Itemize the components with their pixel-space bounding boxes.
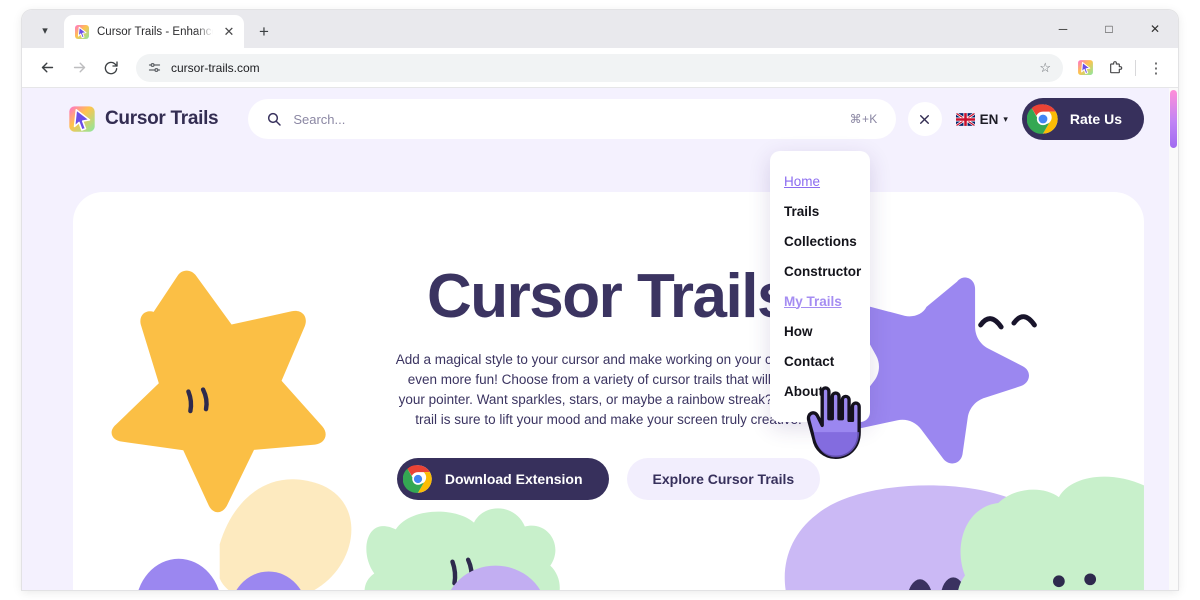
new-tab-button[interactable]: + [250, 17, 278, 45]
language-code: EN [979, 111, 999, 127]
toolbar-divider [1135, 59, 1136, 76]
window-controls: ─ □ ✕ [1040, 10, 1178, 48]
menu-item-how[interactable]: How [770, 316, 870, 346]
menu-item-my-trails[interactable]: My Trails [770, 286, 870, 316]
chevron-down-icon: ▾ [1003, 113, 1008, 124]
menu-item-contact[interactable]: Contact [770, 346, 870, 376]
reload-button[interactable] [96, 53, 126, 83]
window-close-button[interactable]: ✕ [1132, 10, 1178, 48]
close-search-button[interactable] [907, 102, 942, 136]
tab-close-button[interactable]: ✕ [220, 23, 238, 41]
tab-search-button[interactable]: ▾ [30, 17, 60, 43]
download-extension-label: Download Extension [444, 471, 583, 487]
chrome-logo-icon [1026, 104, 1058, 134]
cursor-trails-favicon [75, 24, 89, 39]
browser-toolbar: cursor-trails.com ☆ ⋮ [22, 48, 1178, 88]
hero-description: Add a magical style to your cursor and m… [395, 352, 822, 427]
bookmark-star-icon[interactable]: ☆ [1039, 60, 1051, 76]
site-settings-icon[interactable] [147, 60, 162, 75]
brand-name: Cursor Trails [105, 108, 219, 129]
menu-item-collections[interactable]: Collections [770, 226, 870, 256]
cursor-arrow-logo [69, 106, 95, 132]
browser-menu-button[interactable]: ⋮ [1142, 54, 1170, 82]
search-shortcut-hint: ⌘+K [849, 112, 878, 126]
explore-cursor-trails-button[interactable]: Explore Cursor Trails [626, 458, 821, 500]
tab-strip: ▾ Cursor Trails - Enhance Your Ch ✕ + ─ [22, 10, 1178, 48]
arrow-right-icon [73, 62, 85, 73]
uk-flag-icon [955, 112, 975, 126]
nav-dropdown-menu: Home Trails Collections Constructor My T… [770, 151, 870, 422]
cursor-arrow-icon [1077, 60, 1093, 75]
rate-us-button[interactable]: Rate Us [1021, 98, 1144, 140]
explore-cursor-trails-label: Explore Cursor Trails [652, 471, 795, 487]
browser-tab[interactable]: Cursor Trails - Enhance Your Ch ✕ [64, 15, 244, 48]
chrome-logo-icon [402, 465, 432, 493]
arrow-left-icon [41, 62, 53, 73]
search-icon [268, 112, 282, 126]
url-text: cursor-trails.com [171, 60, 260, 75]
download-extension-button[interactable]: Download Extension [396, 458, 609, 500]
page-scrollbar-track[interactable] [1169, 88, 1178, 590]
address-bar[interactable]: cursor-trails.com ☆ [136, 53, 1063, 82]
chevron-down-icon: ▾ [42, 24, 48, 37]
reload-icon [104, 60, 118, 74]
forward-button[interactable] [64, 53, 94, 83]
puzzle-icon [1110, 60, 1123, 73]
language-selector[interactable]: EN ▾ [954, 112, 1010, 127]
tab-title: Cursor Trails - Enhance Your Ch [97, 25, 213, 38]
menu-item-about[interactable]: About [770, 376, 870, 406]
site-header: Cursor Trails Search... ⌘+K EN ▾ Rate Us [22, 88, 1178, 150]
close-icon [920, 114, 930, 124]
menu-item-constructor[interactable]: Constructor [770, 256, 870, 286]
back-button[interactable] [32, 53, 62, 83]
window-maximize-button[interactable]: □ [1086, 10, 1132, 48]
page-title: Cursor Trails [427, 262, 791, 331]
window-minimize-button[interactable]: ─ [1040, 10, 1086, 48]
cursor-trails-extension-icon[interactable] [1071, 54, 1099, 82]
page-viewport: Cursor Trails Search... ⌘+K EN ▾ Rate Us… [22, 88, 1178, 590]
hero-card: Cursor Trails Add a magical style to you… [73, 192, 1144, 590]
search-input[interactable]: Search... ⌘+K [248, 99, 896, 139]
rate-us-label: Rate Us [1069, 111, 1122, 127]
search-placeholder: Search... [293, 111, 346, 127]
hero-cta-group: Download Extension Explore Cursor Trails [396, 458, 821, 500]
extensions-puzzle-icon[interactable] [1101, 54, 1129, 82]
menu-item-home[interactable]: Home [770, 166, 870, 196]
hero-content: Cursor Trails Add a magical style to you… [73, 192, 1144, 590]
menu-item-trails[interactable]: Trails [770, 196, 870, 226]
browser-window: ▾ Cursor Trails - Enhance Your Ch ✕ + ─ [22, 10, 1178, 590]
brand-logo[interactable]: Cursor Trails [68, 105, 219, 133]
